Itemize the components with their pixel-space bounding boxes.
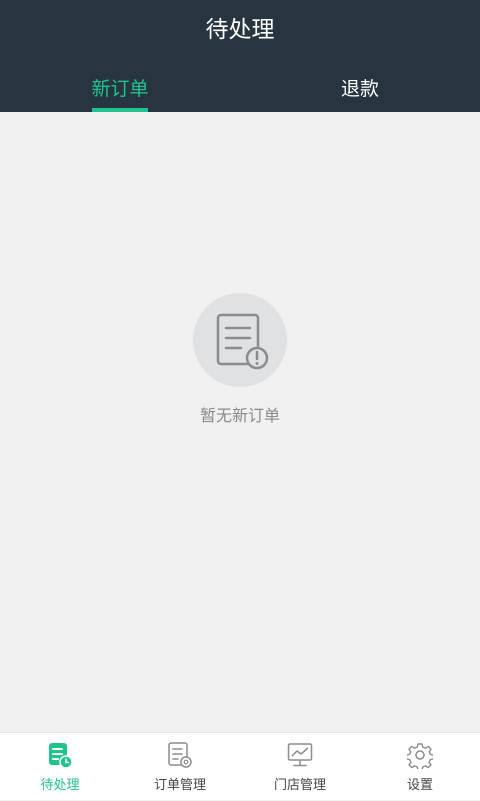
nav-pending-label: 待处理 — [40, 778, 80, 793]
nav-store-management-label: 门店管理 — [273, 778, 326, 793]
nav-order-management[interactable]: 订单管理 — [120, 733, 240, 801]
nav-pending[interactable]: 待处理 — [0, 733, 120, 801]
gear-icon — [407, 743, 433, 769]
nav-settings-label: 设置 — [406, 778, 433, 793]
active-tab-indicator — [92, 108, 148, 112]
tab-new-orders[interactable]: 新订单 — [0, 72, 240, 112]
page-title: 待处理 — [205, 17, 275, 43]
nav-settings[interactable]: 设置 — [360, 733, 480, 801]
pending-orders-icon — [49, 743, 73, 769]
nav-order-management-label: 订单管理 — [153, 778, 206, 793]
order-manage-icon — [168, 742, 192, 768]
empty-state-illustration — [193, 293, 287, 387]
top-app-bar: 待处理 新订单 退款 — [0, 0, 480, 112]
empty-state-message: 暂无新订单 — [199, 406, 280, 425]
store-manage-icon — [287, 743, 313, 767]
document-alert-icon — [216, 313, 269, 370]
bottom-navigation: 待处理 订单管理 门店管理 设置 — [0, 732, 480, 800]
nav-store-management[interactable]: 门店管理 — [240, 733, 360, 801]
tab-refunds[interactable]: 退款 — [240, 72, 480, 112]
